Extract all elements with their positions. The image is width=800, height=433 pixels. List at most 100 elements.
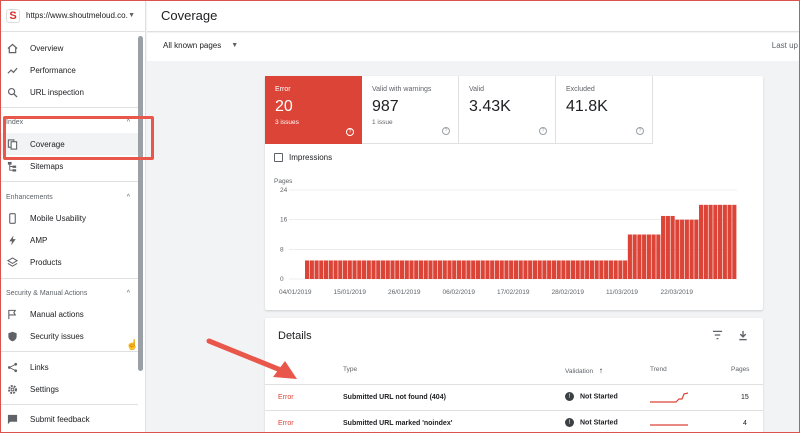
chart-bar — [632, 234, 637, 279]
smartphone-icon — [6, 212, 18, 224]
chart-bar — [390, 260, 395, 279]
sidebar-item-amp[interactable]: AMP — [0, 229, 138, 251]
x-tick-label: 15/01/2019 — [334, 289, 367, 296]
sidebar-item-settings[interactable]: Settings — [0, 378, 138, 400]
sidebar-item-url-inspection[interactable]: URL inspection — [0, 81, 138, 103]
chart-bar — [376, 260, 381, 279]
chart-bar — [651, 234, 656, 279]
home-icon — [6, 42, 18, 54]
exclamation-icon: ! — [565, 418, 574, 427]
sort-arrow-up-icon: ↑ — [598, 366, 603, 375]
chart-bar — [585, 260, 590, 279]
row-pages: 4 — [743, 420, 747, 427]
chart-bar — [627, 234, 632, 279]
table-row[interactable]: Error Submitted URL marked 'noindex' ! No… — [265, 410, 763, 433]
row-validation: ! Not Started — [565, 392, 618, 401]
column-header-pages[interactable]: Pages — [731, 366, 749, 373]
tile-label: Excluded — [566, 86, 595, 93]
chart-bar — [480, 260, 485, 279]
y-tick-label: 8 — [280, 246, 284, 253]
trend-sparkline — [650, 424, 688, 426]
sidebar-item-performance[interactable]: Performance — [0, 59, 138, 81]
help-icon[interactable]: ? — [346, 128, 354, 136]
sidebar-item-mobile-usability[interactable]: Mobile Usability — [0, 207, 138, 229]
sidebar-item-manual-actions[interactable]: Manual actions — [0, 303, 138, 325]
trending-up-icon — [6, 64, 18, 76]
impressions-toggle[interactable]: Impressions — [274, 153, 332, 162]
divider — [0, 107, 138, 108]
chart-bar — [342, 260, 348, 279]
shield-icon — [6, 330, 18, 342]
chart-bar — [708, 204, 713, 279]
caret-down-icon: ▼ — [231, 42, 239, 49]
sidebar-item-label: Links — [30, 362, 49, 372]
section-security[interactable]: Security & Manual Actions ^ — [0, 285, 138, 301]
sidebar-item-products[interactable]: Products — [0, 251, 138, 273]
sidebar-item-submit-feedback[interactable]: Submit feedback — [0, 408, 138, 430]
table-row[interactable]: Error Submitted URL not found (404) ! Not… — [265, 384, 763, 410]
chart-bar — [589, 260, 594, 279]
x-tick-label: 26/01/2019 — [388, 289, 421, 296]
sidebar-item-label: AMP — [30, 235, 48, 245]
layers-icon — [6, 256, 18, 268]
chart-bar — [570, 260, 575, 279]
property-selector[interactable]: S https://www.shoutmeloud.co... ▼ — [0, 0, 145, 32]
valid-tile[interactable]: Valid 3.43K ? — [459, 76, 556, 144]
chart-bar — [727, 204, 732, 279]
chart-bar — [366, 260, 371, 279]
chart-bar — [684, 219, 689, 279]
help-icon[interactable]: ? — [442, 127, 450, 135]
tile-sub: 3 issues — [275, 119, 299, 126]
chart-bar — [333, 260, 338, 279]
trend-sparkline — [650, 392, 688, 403]
chart-bar — [461, 260, 466, 279]
chart-bar — [537, 260, 542, 279]
help-icon[interactable]: ? — [636, 127, 644, 135]
help-icon[interactable]: ? — [539, 127, 547, 135]
sidebar-item-overview[interactable]: Overview — [0, 37, 138, 59]
download-icon[interactable] — [738, 330, 748, 344]
hand-cursor-icon: ☝ — [126, 340, 139, 351]
chart-bar — [680, 219, 685, 279]
pages-filter-dropdown[interactable]: All known pages ▼ — [163, 41, 238, 50]
chart-bar — [732, 204, 737, 279]
sidebar-scrollbar[interactable] — [138, 36, 143, 371]
chart-bar — [523, 260, 528, 279]
validation-text: Not Started — [580, 419, 618, 427]
sidebar-item-label: Manual actions — [30, 309, 84, 319]
chart-bar — [646, 234, 651, 279]
error-tile[interactable]: Error 20 3 issues ? — [265, 76, 362, 144]
chart-bar — [566, 260, 571, 279]
filter-icon[interactable] — [712, 330, 723, 343]
impressions-checkbox[interactable] — [274, 153, 283, 162]
details-card: Details Type Validation ↑ Trend Pages Er… — [265, 318, 763, 433]
chart-bar — [694, 219, 699, 279]
chart-bar — [670, 215, 675, 279]
flag-icon — [6, 308, 18, 320]
section-enhancements[interactable]: Enhancements ^ — [0, 189, 138, 205]
column-header-validation[interactable]: Validation ↑ — [565, 366, 603, 375]
section-label: Security & Manual Actions — [6, 289, 88, 297]
valid-with-warnings-tile[interactable]: Valid with warnings 987 1 issue ? — [362, 76, 459, 144]
property-logo-icon: S — [6, 8, 20, 23]
column-header-type[interactable]: Type — [343, 366, 357, 373]
y-tick-label: 0 — [280, 276, 284, 283]
chart-bar — [661, 215, 666, 279]
chart-bar — [447, 260, 452, 279]
chart-bar — [409, 260, 414, 279]
sidebar-item-label: Sitemaps — [30, 161, 64, 171]
chart-bar — [433, 260, 438, 279]
sidebar-item-links[interactable]: Links — [0, 356, 138, 378]
chart-bar — [528, 260, 533, 279]
chart-bar — [613, 260, 618, 279]
chart-bar — [352, 260, 357, 279]
column-header-trend: Trend — [650, 366, 667, 373]
excluded-tile[interactable]: Excluded 41.8K ? — [556, 76, 653, 144]
sidebar-item-label: Overview — [30, 43, 64, 53]
bolt-icon — [6, 234, 18, 246]
chart-bar — [699, 204, 704, 279]
sidebar-item-security-issues[interactable]: Security issues — [0, 325, 138, 347]
x-tick-label: 11/03/2019 — [606, 289, 638, 296]
sidebar: S https://www.shoutmeloud.co... ▼ Overvi… — [0, 0, 146, 433]
exclamation-icon: ! — [565, 392, 574, 401]
